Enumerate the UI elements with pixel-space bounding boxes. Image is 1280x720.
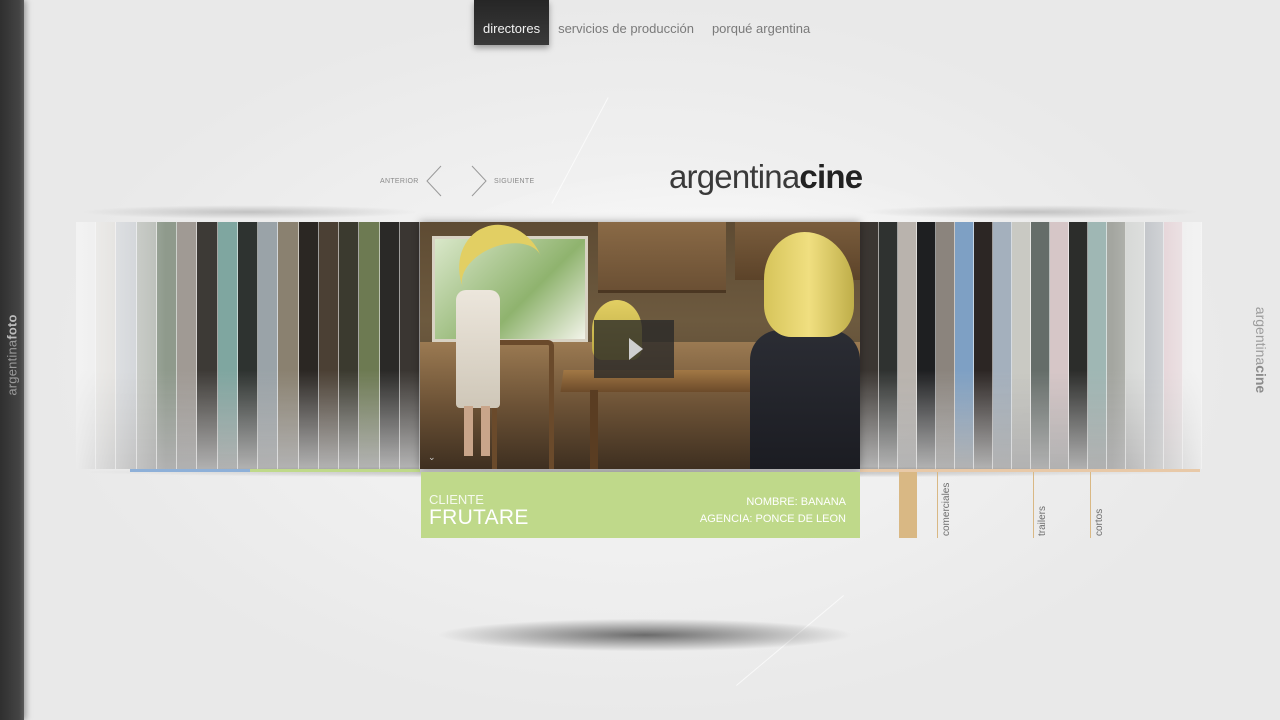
category-trailers[interactable]: trailers — [1037, 506, 1048, 536]
thumbnail-slice[interactable] — [879, 222, 898, 469]
thumbnail-slice[interactable] — [974, 222, 993, 469]
play-button[interactable] — [594, 320, 674, 378]
thumbnail-slice[interactable] — [1126, 222, 1145, 469]
category-divider — [1090, 472, 1091, 538]
thumbnail-slice[interactable] — [1145, 222, 1164, 469]
thumbnail-slice[interactable] — [1164, 222, 1183, 469]
thumbnail-slice[interactable] — [936, 222, 955, 469]
category-divider — [1033, 472, 1034, 538]
video-player[interactable]: ⌄ — [420, 222, 860, 469]
thumbnail-slice[interactable] — [1183, 222, 1202, 469]
thumbnail-slice[interactable] — [1107, 222, 1126, 469]
thumbnail-slice[interactable] — [1088, 222, 1107, 469]
strip-top-shadow — [80, 205, 420, 219]
thumbnail-slice[interactable] — [177, 222, 198, 469]
video-frame-cabinet — [598, 222, 726, 293]
logo-bold: cine — [799, 158, 863, 195]
video-frame-man — [750, 330, 860, 469]
strip-accent-bar — [250, 469, 420, 472]
thumbnail-slice[interactable] — [156, 222, 178, 469]
thumbnail-slice[interactable] — [258, 222, 279, 469]
client-label: CLIENTE — [429, 492, 484, 507]
left-rail: argentinafoto — [0, 0, 24, 720]
thumbnail-slice[interactable] — [993, 222, 1012, 469]
chevron-down-icon: ⌄ — [428, 452, 436, 462]
argentinafoto-link[interactable]: argentinafoto — [5, 314, 20, 395]
thumbnail-strip-left — [76, 222, 420, 469]
agency-name: AGENCIA: PONCE DE LEON — [699, 513, 846, 525]
decorative-line — [551, 97, 609, 204]
category-indicator[interactable] — [899, 472, 917, 538]
left-rail-label-light: argentina — [4, 339, 20, 396]
thumbnail-strip-right — [860, 222, 1202, 469]
strip-accent-bar — [130, 469, 250, 472]
thumbnail-slice[interactable] — [1012, 222, 1031, 469]
video-frame-table-leg — [590, 390, 598, 469]
thumbnail-slice[interactable] — [237, 222, 259, 469]
thumbnail-slice[interactable] — [76, 222, 97, 469]
thumbnail-slice[interactable] — [359, 222, 380, 469]
top-nav: directores servicios de producción porqu… — [474, 0, 819, 45]
right-label-bold: cine — [1253, 365, 1269, 394]
argentinacine-side-link[interactable]: argentinacine — [1253, 307, 1269, 393]
nav-directores[interactable]: directores — [474, 0, 550, 45]
chevron-left-icon — [425, 165, 441, 197]
category-comerciales[interactable]: comerciales — [941, 483, 952, 536]
floor-shadow — [430, 618, 860, 652]
argentinacine-logo[interactable]: argentinacine — [669, 158, 863, 196]
thumbnail-slice[interactable] — [379, 222, 400, 469]
thumbnail-slice[interactable] — [917, 222, 936, 469]
strip-top-shadow — [860, 205, 1200, 219]
next-button[interactable]: SIGUIENTE — [470, 165, 534, 197]
thumbnail-slice[interactable] — [278, 222, 299, 469]
chevron-right-icon — [471, 165, 487, 197]
thumbnail-slice[interactable] — [96, 222, 117, 469]
next-label: SIGUIENTE — [494, 177, 535, 185]
thumbnail-slice[interactable] — [399, 222, 420, 469]
left-rail-label-bold: foto — [4, 314, 20, 340]
thumbnail-slice[interactable] — [339, 222, 360, 469]
client-info-panel: CLIENTE FRUTARE NOMBRE: BANANA AGENCIA: … — [421, 472, 860, 538]
thumbnail-slice[interactable] — [860, 222, 879, 469]
spot-name: NOMBRE: BANANA — [746, 496, 846, 508]
nav-porque-argentina[interactable]: porqué argentina — [703, 0, 819, 45]
thumbnail-slice[interactable] — [955, 222, 974, 469]
video-frame-chair — [492, 340, 554, 469]
category-divider — [937, 472, 938, 538]
thumbnail-slice[interactable] — [217, 222, 238, 469]
thumbnail-slice[interactable] — [1069, 222, 1088, 469]
previous-button[interactable]: ANTERIOR — [380, 165, 443, 197]
right-label-light: argentina — [1253, 306, 1269, 366]
thumbnail-slice[interactable] — [1031, 222, 1050, 469]
play-icon — [629, 338, 643, 360]
logo-light: argentina — [669, 158, 800, 195]
thumbnail-slice[interactable] — [116, 222, 137, 469]
thumbnail-slice[interactable] — [136, 222, 157, 469]
thumbnail-slice[interactable] — [898, 222, 917, 469]
thumbnail-slice[interactable] — [1050, 222, 1069, 469]
previous-label: ANTERIOR — [380, 177, 419, 185]
thumbnail-slice[interactable] — [197, 222, 218, 469]
nav-servicios-de-produccion[interactable]: servicios de producción — [549, 0, 703, 45]
thumbnail-slice[interactable] — [298, 222, 319, 469]
client-name: FRUTARE — [429, 506, 529, 529]
thumbnail-slice[interactable] — [318, 222, 340, 469]
video-frame-girl-legs — [464, 406, 490, 456]
category-cortos[interactable]: cortos — [1094, 509, 1105, 536]
